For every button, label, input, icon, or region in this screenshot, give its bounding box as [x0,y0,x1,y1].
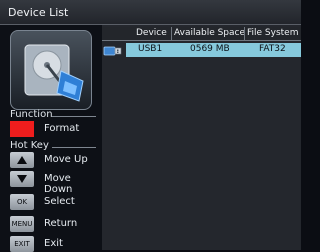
return-label: Return [44,218,78,229]
menu-key[interactable]: MENU [10,216,34,232]
column-header-file-system: File System [247,28,299,38]
format-color-key[interactable] [10,121,34,137]
cell-available-space: 0569 MB [190,44,230,54]
format-label: Format [44,123,80,134]
hotkey-divider [52,147,96,148]
hard-disk-icon [10,30,92,110]
column-header-available-space: Available Space [174,28,246,38]
window-title: Device List [8,6,69,19]
move-down-key[interactable] [10,171,34,187]
triangle-down-icon [17,175,27,183]
table-header: Device Available Space File System [102,27,301,41]
column-separator [171,27,172,40]
device-list-panel [102,25,301,250]
table-row[interactable]: USB1 0569 MB FAT32 [102,43,301,57]
move-up-label: Move Up [44,154,88,165]
sidebar: Function Format Hot Key Move Up Move Dow… [0,25,102,252]
select-label: Select [44,196,75,207]
move-down-label: Move Down [44,173,73,195]
exit-label: Exit [44,238,63,249]
selected-row-highlight[interactable]: USB1 0569 MB FAT32 [126,43,301,57]
hotkey-section-label: Hot Key [10,140,49,151]
function-section-label: Function [10,109,53,120]
function-divider [52,116,96,117]
column-separator [244,27,245,40]
ok-key[interactable]: OK [10,194,34,210]
cell-file-system: FAT32 [259,44,286,54]
usb-drive-icon [102,43,126,57]
triangle-up-icon [17,156,27,164]
column-header-device: Device [136,28,167,38]
move-up-key[interactable] [10,152,34,168]
title-bar: Device List [0,0,301,25]
cell-device: USB1 [138,44,163,54]
